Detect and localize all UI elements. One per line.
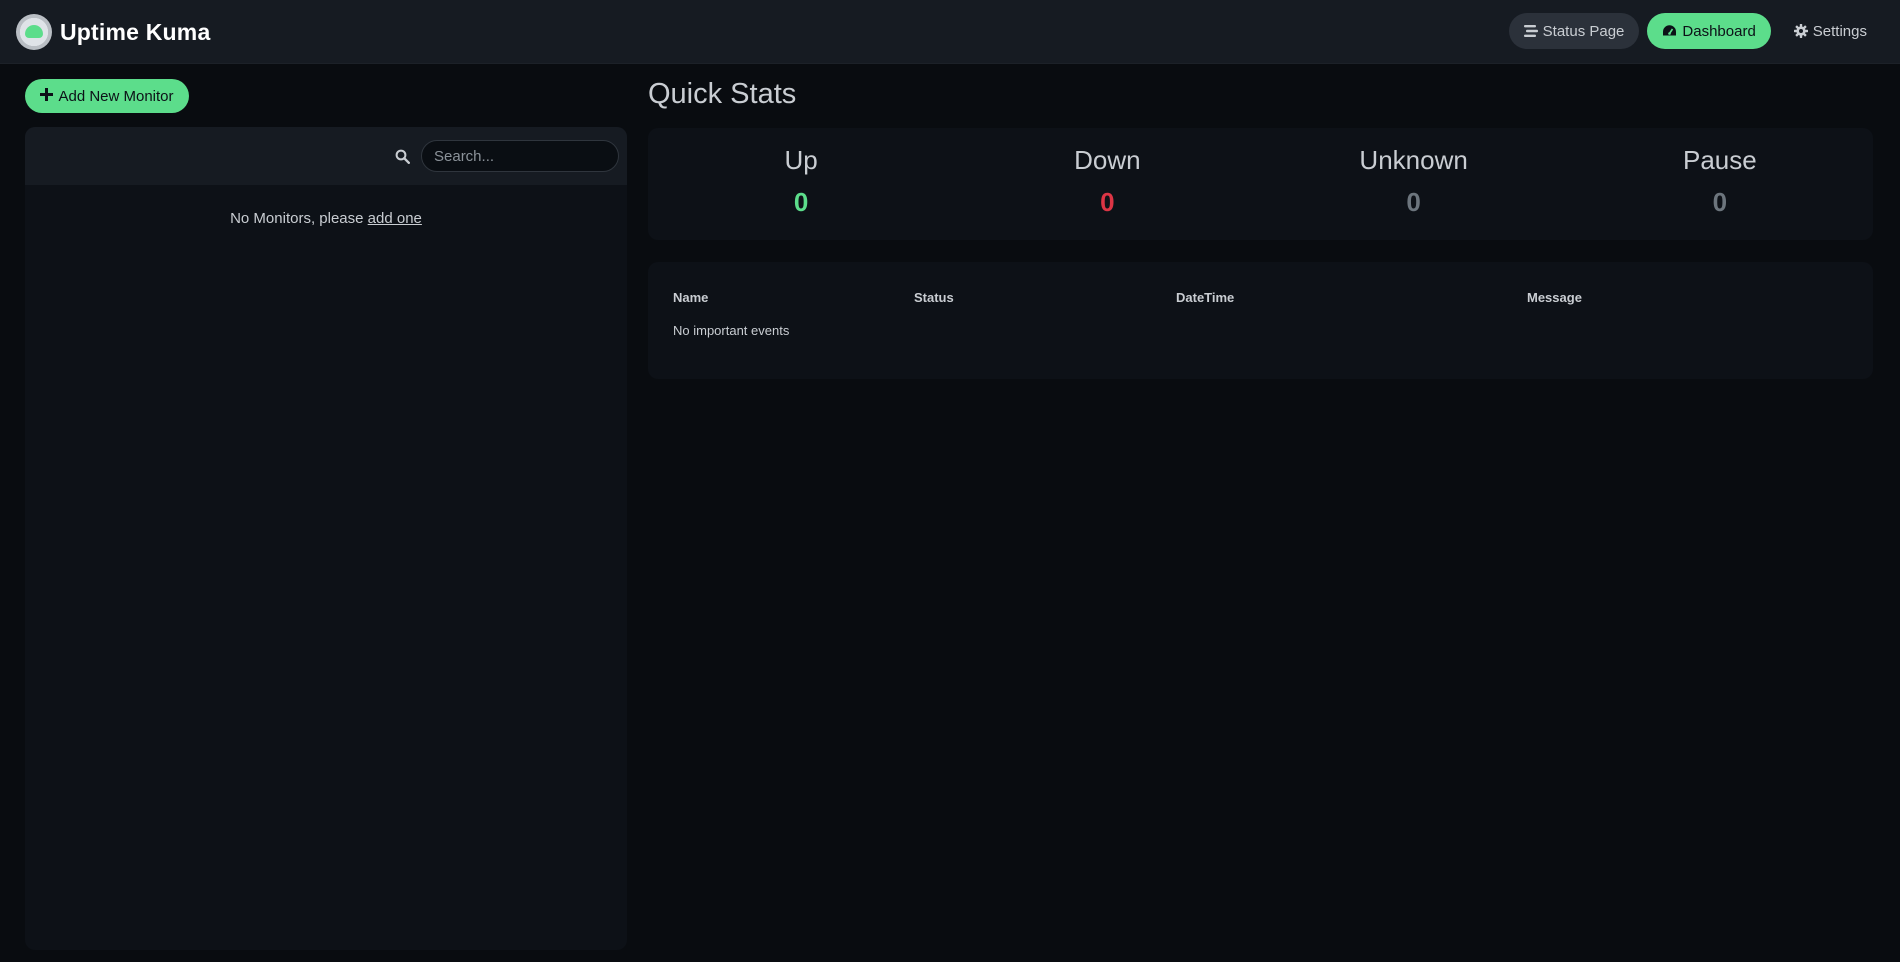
important-events-table: Name Status DateTime Message No importan… bbox=[648, 262, 1873, 379]
search-input[interactable] bbox=[421, 140, 619, 172]
stat-down: Down 0 bbox=[954, 128, 1260, 240]
add-new-monitor-label: Add New Monitor bbox=[58, 87, 174, 105]
column-header-message: Message bbox=[1527, 290, 1582, 305]
add-new-monitor-button[interactable]: Add New Monitor bbox=[25, 79, 189, 113]
empty-monitors-message: No Monitors, please add one bbox=[25, 210, 627, 227]
quick-stats-title: Quick Stats bbox=[648, 78, 797, 110]
cog-icon bbox=[1793, 24, 1808, 38]
search-icon bbox=[393, 147, 411, 165]
dashboard-button[interactable]: Dashboard bbox=[1647, 13, 1771, 49]
stream-icon bbox=[1523, 24, 1538, 38]
stat-pause-value: 0 bbox=[1712, 187, 1728, 217]
tachometer-icon bbox=[1662, 24, 1677, 38]
stat-unknown-value: 0 bbox=[1406, 187, 1421, 217]
stat-unknown-label: Unknown bbox=[1359, 145, 1468, 175]
column-header-name: Name bbox=[673, 290, 709, 305]
add-one-link[interactable]: add one bbox=[368, 210, 422, 227]
uptime-kuma-logo bbox=[16, 14, 52, 50]
quick-stats-card: Up 0 Down 0 Unknown 0 Pause 0 bbox=[648, 128, 1873, 240]
main-nav: Status Page Dashboard Settings bbox=[1508, 13, 1882, 49]
no-events-message: No important events bbox=[673, 323, 790, 338]
stat-up: Up 0 bbox=[648, 128, 954, 240]
stat-pause: Pause 0 bbox=[1567, 128, 1873, 240]
column-header-datetime: DateTime bbox=[1176, 290, 1235, 305]
dashboard-label: Dashboard bbox=[1682, 22, 1756, 40]
stat-up-label: Up bbox=[784, 145, 818, 175]
brand-title: Uptime Kuma bbox=[60, 18, 211, 45]
top-header: Uptime Kuma Status Page Dashboard Settin… bbox=[0, 0, 1900, 64]
stat-down-value: 0 bbox=[1100, 187, 1115, 217]
plus-icon bbox=[40, 87, 54, 105]
stat-down-label: Down bbox=[1074, 145, 1141, 175]
column-header-status: Status bbox=[914, 290, 954, 305]
stat-up-value: 0 bbox=[793, 187, 809, 217]
empty-monitors-text: No Monitors, please bbox=[230, 210, 368, 227]
monitor-list-header bbox=[25, 127, 627, 185]
stat-pause-label: Pause bbox=[1683, 145, 1757, 175]
settings-button[interactable]: Settings bbox=[1779, 13, 1882, 49]
status-page-label: Status Page bbox=[1542, 22, 1625, 40]
brand[interactable]: Uptime Kuma bbox=[16, 14, 210, 50]
monitor-list-panel: No Monitors, please add one bbox=[25, 127, 627, 950]
status-page-button[interactable]: Status Page bbox=[1508, 13, 1640, 49]
settings-label: Settings bbox=[1812, 22, 1867, 40]
stat-unknown: Unknown 0 bbox=[1261, 128, 1567, 240]
